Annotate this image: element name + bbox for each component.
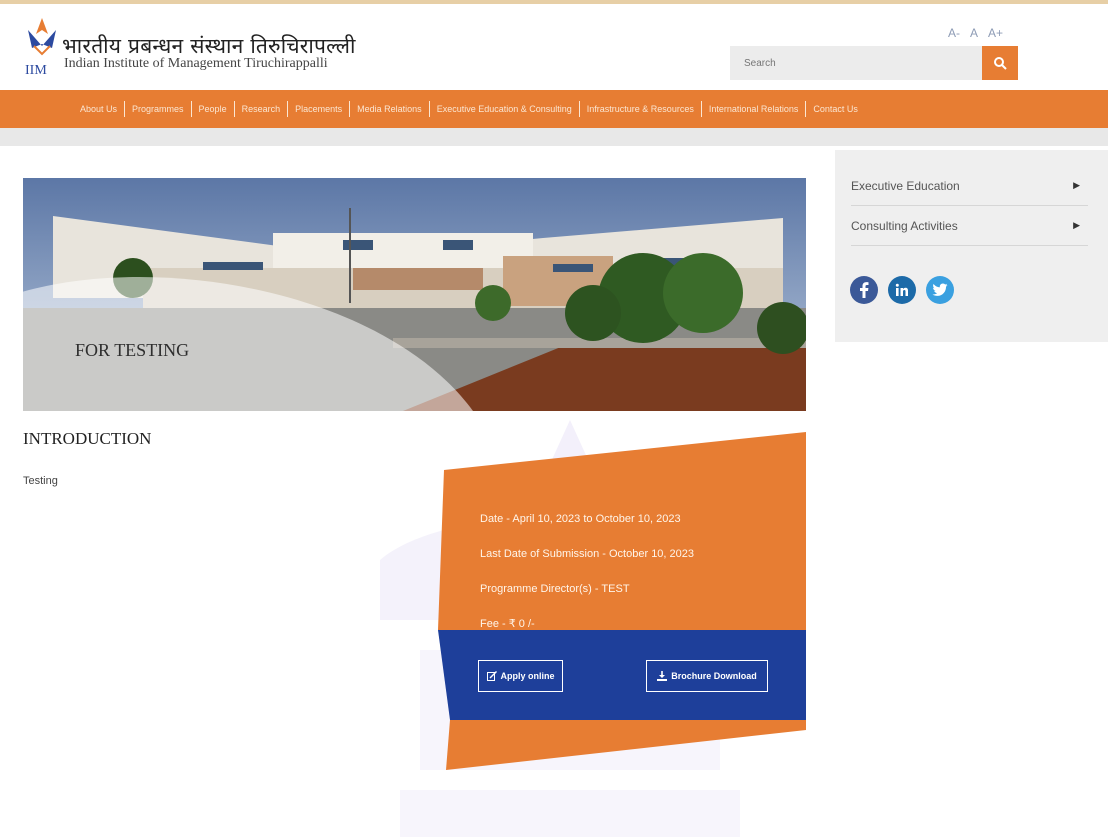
nav-programmes[interactable]: Programmes xyxy=(132,104,184,114)
nav-research[interactable]: Research xyxy=(242,104,281,114)
nav-divider xyxy=(428,101,430,117)
search-button[interactable] xyxy=(982,46,1018,80)
programme-details: Date - April 10, 2023 to October 10, 202… xyxy=(480,512,694,652)
caret-right-icon: ▶ xyxy=(1073,180,1080,190)
nav-international-relations[interactable]: International Relations xyxy=(709,104,799,114)
sidebar-item-label: Consulting Activities xyxy=(851,218,958,233)
social-links xyxy=(850,276,954,304)
nav-divider xyxy=(805,101,807,117)
sidebar-item-consulting-activities[interactable]: Consulting Activities ▶ xyxy=(851,206,1088,246)
sidebar-menu: Executive Education ▶ Consulting Activit… xyxy=(835,150,1108,342)
programme-banner: FOR TESTING xyxy=(23,178,806,411)
brochure-download-button[interactable]: Brochure Download xyxy=(646,660,768,692)
edit-icon xyxy=(486,671,497,681)
facebook-icon[interactable] xyxy=(850,276,878,304)
introduction-heading: INTRODUCTION xyxy=(23,429,152,448)
nav-divider xyxy=(233,101,235,117)
font-reset-button[interactable]: A xyxy=(970,26,978,40)
nav-divider xyxy=(578,101,580,117)
introduction-text: Testing xyxy=(23,475,58,487)
site-header: IIM भारतीय प्रबन्धन संस्थान तिरुचिरापल्ल… xyxy=(0,4,1108,90)
caret-right-icon: ▶ xyxy=(1073,220,1080,230)
nav-about-us[interactable]: About Us xyxy=(80,104,117,114)
search-icon xyxy=(994,57,1007,70)
brochure-download-label: Brochure Download xyxy=(671,671,757,681)
font-decrease-button[interactable]: A- xyxy=(948,26,960,40)
svg-text:IIM: IIM xyxy=(25,63,47,78)
nav-media-relations[interactable]: Media Relations xyxy=(357,104,422,114)
font-increase-button[interactable]: A+ xyxy=(988,26,1003,40)
sidebar-item-executive-education[interactable]: Executive Education ▶ xyxy=(851,166,1088,206)
twitter-icon[interactable] xyxy=(926,276,954,304)
nav-contact-us[interactable]: Contact Us xyxy=(813,104,858,114)
nav-people[interactable]: People xyxy=(199,104,227,114)
nav-divider xyxy=(700,101,702,117)
nav-placements[interactable]: Placements xyxy=(295,104,342,114)
sidebar-item-label: Executive Education xyxy=(851,178,960,193)
submission-deadline: Last Date of Submission - October 10, 20… xyxy=(480,548,695,560)
campus-building-image xyxy=(23,178,806,411)
nav-executive-education[interactable]: Executive Education & Consulting xyxy=(437,104,572,114)
nav-infrastructure[interactable]: Infrastructure & Resources xyxy=(587,104,694,114)
iim-logo[interactable]: IIM xyxy=(22,16,62,80)
main-navigation: About Us Programmes People Research Plac… xyxy=(0,90,1108,128)
apply-online-button[interactable]: Apply online xyxy=(478,660,563,692)
linkedin-icon[interactable] xyxy=(888,276,916,304)
programme-date: Date - April 10, 2023 to October 10, 202… xyxy=(480,513,681,525)
programme-fee: Fee - ₹ 0 /- xyxy=(480,618,535,630)
apply-online-label: Apply online xyxy=(500,671,555,681)
download-icon xyxy=(657,671,668,681)
institute-name-english: Indian Institute of Management Tiruchira… xyxy=(64,56,328,71)
nav-divider xyxy=(190,101,192,117)
programme-director: Programme Director(s) - TEST xyxy=(480,583,630,595)
font-size-controls: A- A A+ xyxy=(948,26,1003,40)
nav-divider xyxy=(349,101,351,117)
nav-divider xyxy=(287,101,289,117)
banner-title: FOR TESTING xyxy=(75,340,190,360)
nav-divider xyxy=(124,101,126,117)
sub-navigation-strip xyxy=(0,128,1108,146)
search-input[interactable] xyxy=(730,46,982,80)
